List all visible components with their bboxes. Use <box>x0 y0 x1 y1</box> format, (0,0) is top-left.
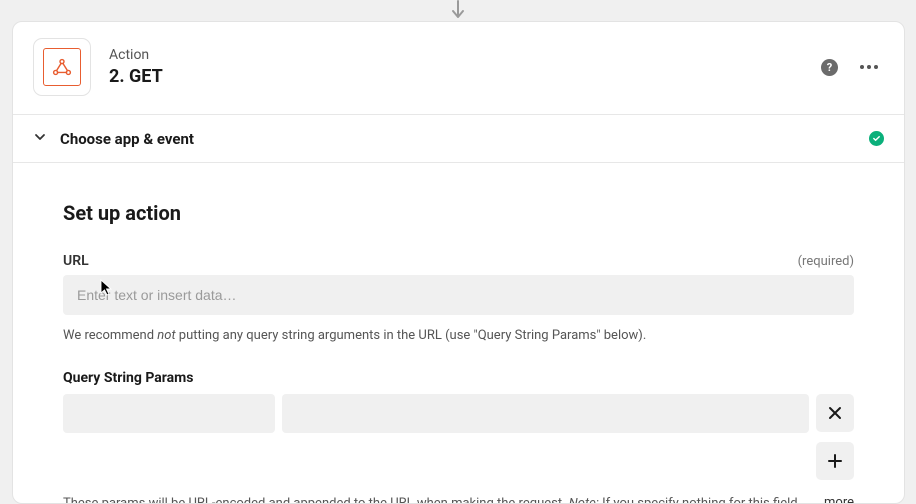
params-row <box>63 394 854 433</box>
url-input[interactable] <box>63 275 854 315</box>
choose-app-section[interactable]: Choose app & event <box>13 115 904 163</box>
more-menu-icon[interactable] <box>860 65 878 69</box>
setup-action-form: Set up action URL (required) We recommen… <box>13 163 904 504</box>
url-required: (required) <box>798 254 854 269</box>
card-header: Action 2. GET ? <box>13 22 904 115</box>
chevron-down-icon <box>33 129 47 148</box>
url-helper-text: We recommend not putting any query strin… <box>63 327 854 346</box>
action-title: 2. GET <box>109 66 821 87</box>
help-icon[interactable]: ? <box>821 59 838 76</box>
action-card: Action 2. GET ? Choose app & event Set u… <box>12 21 905 504</box>
form-heading: Set up action <box>63 201 854 225</box>
webhooks-icon <box>43 48 81 86</box>
param-value-input[interactable] <box>282 394 809 433</box>
close-icon <box>826 404 844 422</box>
params-description: These params will be URL-encoded and app… <box>63 494 810 504</box>
plus-icon <box>826 452 844 470</box>
remove-param-button[interactable] <box>816 394 854 432</box>
action-label: Action <box>109 47 821 63</box>
app-icon <box>33 38 91 96</box>
section-title: Choose app & event <box>60 130 869 148</box>
param-key-input[interactable] <box>63 394 275 433</box>
url-label: URL <box>63 253 89 269</box>
params-label: Query String Params <box>63 370 854 386</box>
add-param-button[interactable] <box>816 442 854 480</box>
check-badge-icon <box>869 131 884 146</box>
more-link[interactable]: more <box>824 495 854 504</box>
